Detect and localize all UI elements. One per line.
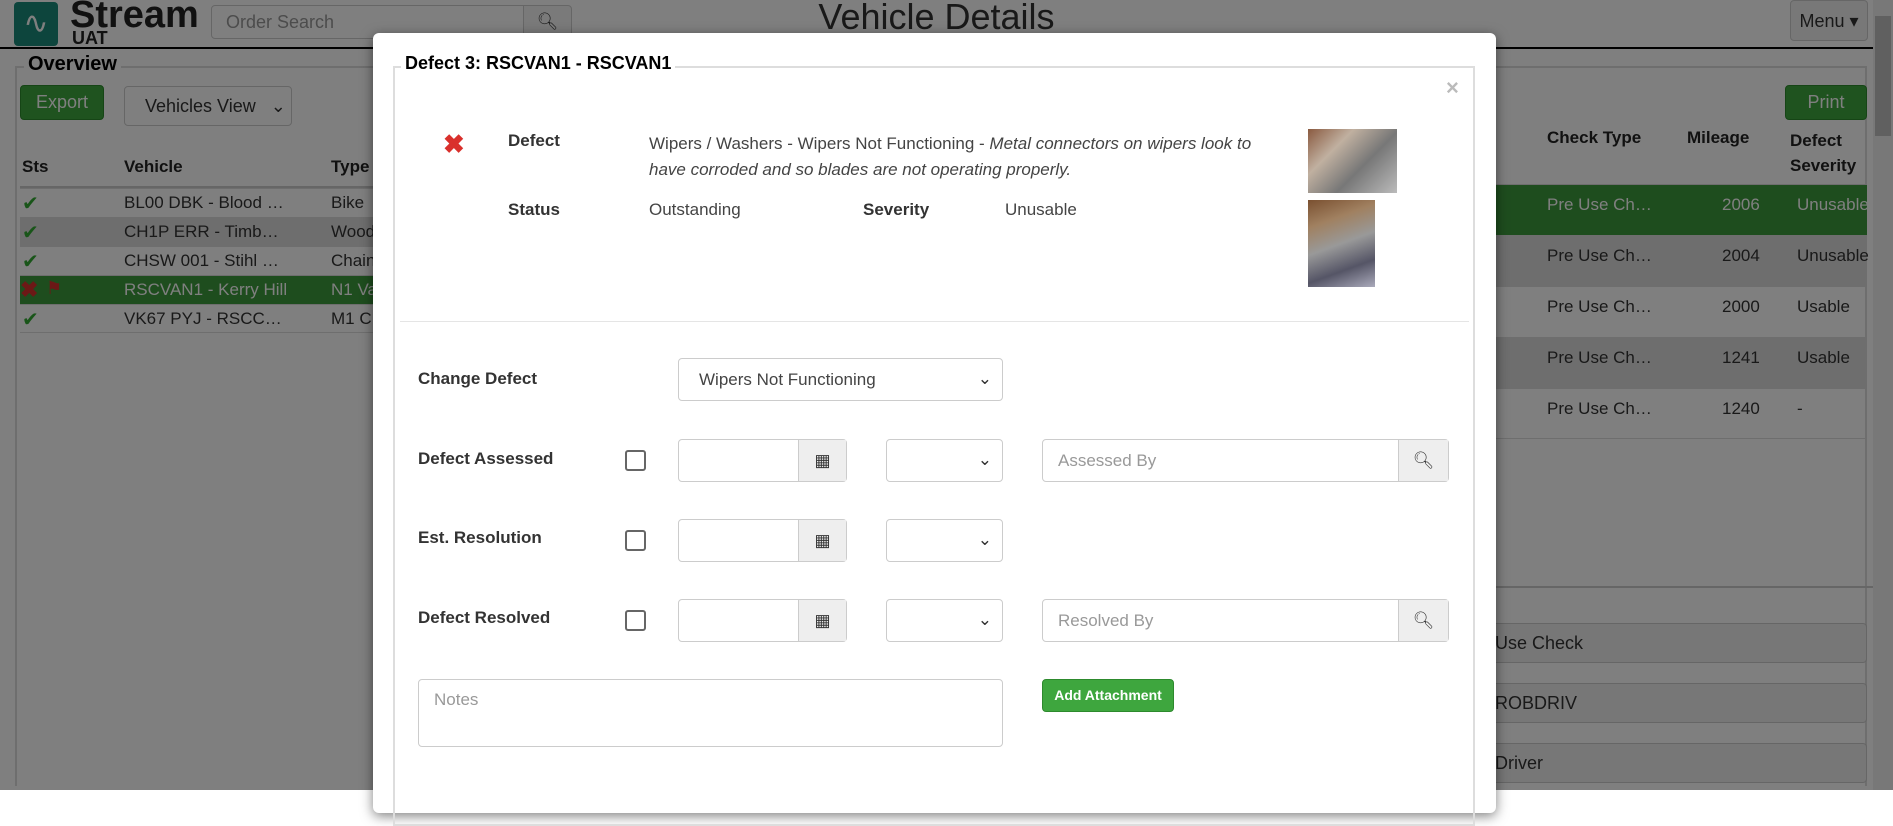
assessed-date-input[interactable]: ▦ [678, 439, 847, 482]
assessed-by-placeholder: Assessed By [1058, 451, 1157, 470]
change-defect-value: Wipers Not Functioning [699, 370, 876, 389]
est-resolution-date-input[interactable]: ▦ [678, 519, 847, 562]
status-value: Outstanding [649, 200, 741, 219]
defect-assessed-checkbox[interactable] [625, 450, 646, 471]
chevron-down-icon: ⌄ [977, 369, 992, 388]
search-icon[interactable]: 🔍︎ [1398, 440, 1448, 481]
chevron-down-icon: ⌄ [977, 450, 992, 469]
resolved-by-input[interactable]: Resolved By 🔍︎ [1042, 599, 1449, 642]
defect-description: Wipers / Washers - Wipers Not Functionin… [649, 131, 1255, 183]
resolved-by-placeholder: Resolved By [1058, 611, 1154, 630]
change-defect-select[interactable]: Wipers Not Functioning ⌄ [678, 358, 1003, 401]
severity-label: Severity [863, 200, 930, 219]
defect-resolved-checkbox[interactable] [625, 610, 646, 631]
calendar-icon[interactable]: ▦ [798, 600, 846, 641]
calendar-icon[interactable]: ▦ [798, 440, 846, 481]
resolved-date-input[interactable]: ▦ [678, 599, 847, 642]
est-resolution-checkbox[interactable] [625, 530, 646, 551]
modal-title: Defect 3: RSCVAN1 - RSCVAN1 [401, 53, 676, 74]
calendar-icon[interactable]: ▦ [798, 520, 846, 561]
notes-textarea[interactable]: Notes [418, 679, 1003, 747]
assessed-time-select[interactable]: ⌄ [886, 439, 1003, 482]
defect-assessed-label: Defect Assessed [418, 449, 554, 468]
search-icon[interactable]: 🔍︎ [1398, 600, 1448, 641]
notes-placeholder: Notes [434, 690, 479, 709]
status-label: Status [508, 200, 560, 219]
close-button[interactable]: × [1446, 75, 1459, 101]
assessed-by-input[interactable]: Assessed By 🔍︎ [1042, 439, 1449, 482]
severity-value: Unusable [1005, 200, 1077, 219]
divider [400, 321, 1469, 322]
chevron-down-icon: ⌄ [977, 530, 992, 549]
add-attachment-button[interactable]: Add Attachment [1042, 679, 1174, 712]
x-icon: ✖ [443, 129, 465, 159]
change-defect-label: Change Defect [418, 369, 538, 388]
resolved-time-select[interactable]: ⌄ [886, 599, 1003, 642]
defect-label: Defect [508, 131, 560, 150]
defect-resolved-label: Defect Resolved [418, 608, 551, 627]
defect-photo[interactable] [1308, 129, 1397, 193]
est-resolution-label: Est. Resolution [418, 528, 542, 547]
chevron-down-icon: ⌄ [977, 610, 992, 629]
est-resolution-time-select[interactable]: ⌄ [886, 519, 1003, 562]
defect-photo[interactable] [1308, 200, 1375, 287]
defect-value: Wipers / Washers - Wipers Not Functionin… [649, 134, 990, 153]
defect-modal: Defect 3: RSCVAN1 - RSCVAN1 × ✖ Defect W… [373, 33, 1496, 826]
